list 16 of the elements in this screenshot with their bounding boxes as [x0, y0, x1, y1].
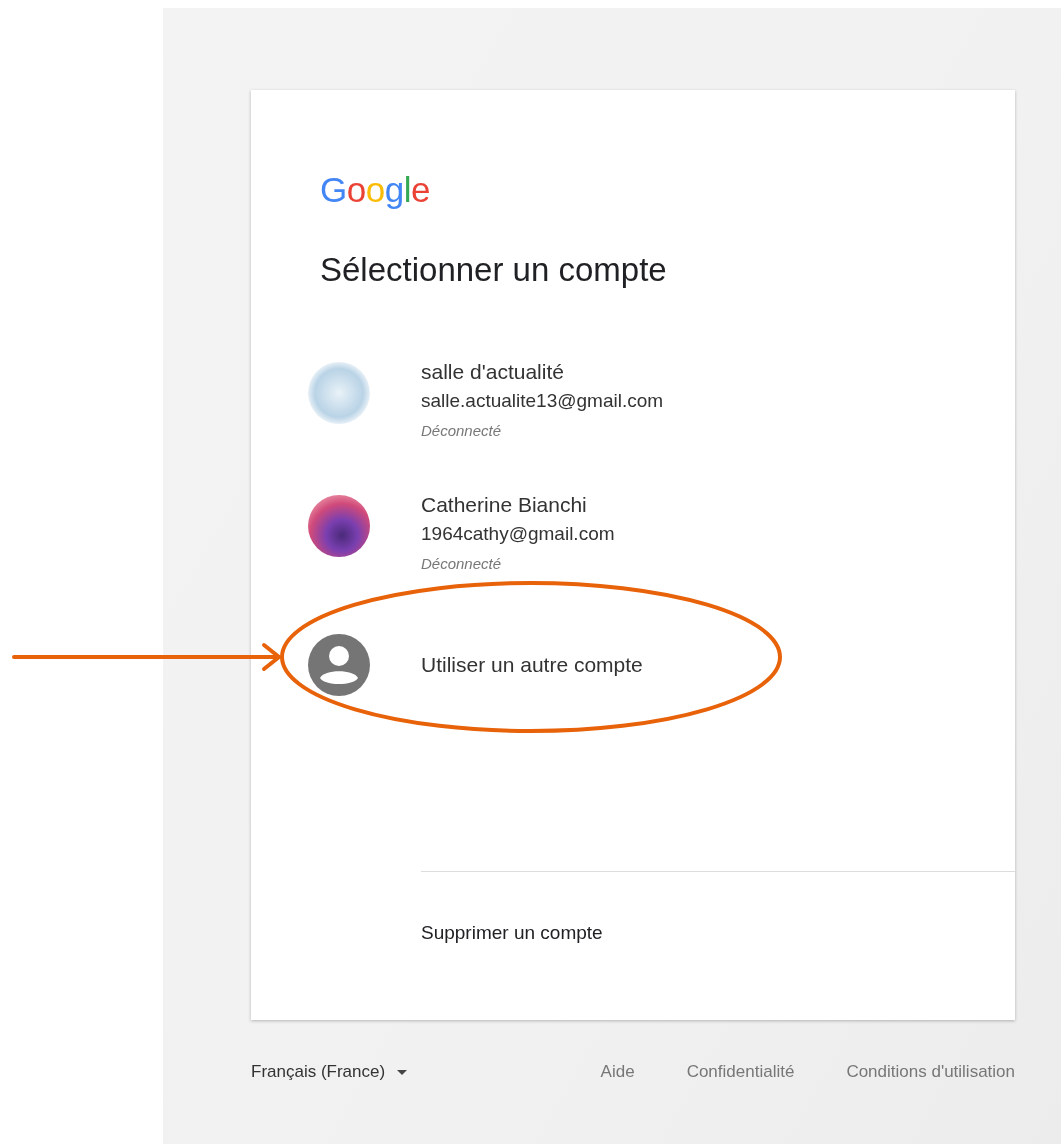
caret-icon	[397, 1069, 408, 1075]
account-name[interactable]: Catherine Bianchi	[421, 493, 587, 517]
footer-link[interactable]: Conditions d'utilisation	[846, 1060, 1015, 1084]
account-name[interactable]: salle d'actualité	[421, 360, 564, 384]
use-another-account-button[interactable]: Utiliser un autre compte	[308, 634, 643, 696]
account-status: Déconnecté	[421, 421, 502, 441]
person-icon	[308, 634, 370, 696]
footer-link[interactable]: Aide	[600, 1060, 635, 1084]
google-logo: Google	[320, 170, 430, 210]
account-email: salle.actualite13@gmail.com	[421, 389, 664, 413]
account-status: Déconnecté	[421, 554, 502, 574]
footer-link[interactable]: Confidentialité	[686, 1060, 795, 1084]
account-email: 1964cathy@gmail.com	[421, 522, 615, 546]
page-title: Sélectionner un compte	[320, 250, 667, 290]
remove-account-link[interactable]: Supprimer un compte	[421, 921, 603, 945]
language-dropdown[interactable]: Français (France)	[251, 1060, 408, 1084]
